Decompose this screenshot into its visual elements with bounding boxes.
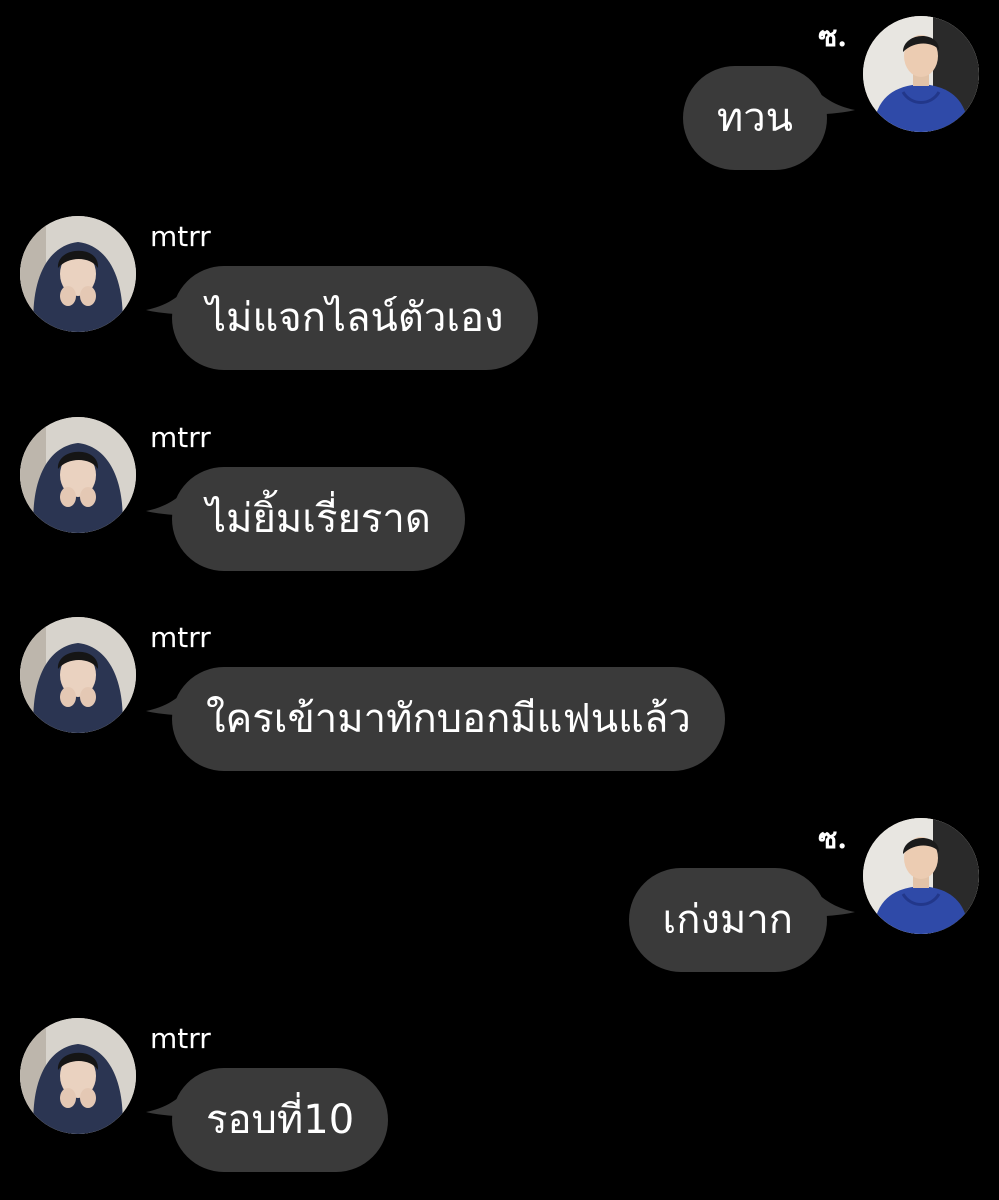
message-bubble[interactable]: รอบที่10 (172, 1068, 389, 1172)
message-bubble[interactable]: ทวน (682, 66, 827, 170)
message-row: ซ. ทวน (0, 16, 999, 196)
sender-name: mtrr (150, 421, 211, 454)
message-bubble[interactable]: เก่งมาก (628, 868, 827, 972)
chat-thread: ซ. ทวน mtrr ไม่แจกไลน์ตัวเอง mtrr ไม่ยิ้… (0, 0, 999, 1200)
message-bubble[interactable]: ไม่แจกไลน์ตัวเอง (172, 266, 538, 370)
avatar-navy-hoodie-person[interactable] (20, 417, 136, 533)
message-row: ซ. เก่งมาก (0, 818, 999, 998)
message-row: mtrr ไม่ยิ้มเรี่ยราด (0, 417, 999, 597)
sender-name: mtrr (150, 621, 211, 654)
message-bubble[interactable]: ใครเข้ามาทักบอกมีแฟนแล้ว (172, 667, 725, 771)
sender-name: mtrr (150, 1022, 211, 1055)
sender-name: ซ. (818, 20, 847, 53)
sender-name: mtrr (150, 220, 211, 253)
avatar-navy-hoodie-person[interactable] (20, 1018, 136, 1134)
sender-name: ซ. (818, 822, 847, 855)
message-row: mtrr รอบที่10 (0, 1018, 999, 1198)
message-bubble[interactable]: ไม่ยิ้มเรี่ยราด (172, 467, 465, 571)
avatar-navy-hoodie-person[interactable] (20, 617, 136, 733)
message-row: mtrr ใครเข้ามาทักบอกมีแฟนแล้ว (0, 617, 999, 797)
avatar-blue-hoodie-man[interactable] (863, 818, 979, 934)
avatar-navy-hoodie-person[interactable] (20, 216, 136, 332)
avatar-blue-hoodie-man[interactable] (863, 16, 979, 132)
message-row: mtrr ไม่แจกไลน์ตัวเอง (0, 216, 999, 396)
